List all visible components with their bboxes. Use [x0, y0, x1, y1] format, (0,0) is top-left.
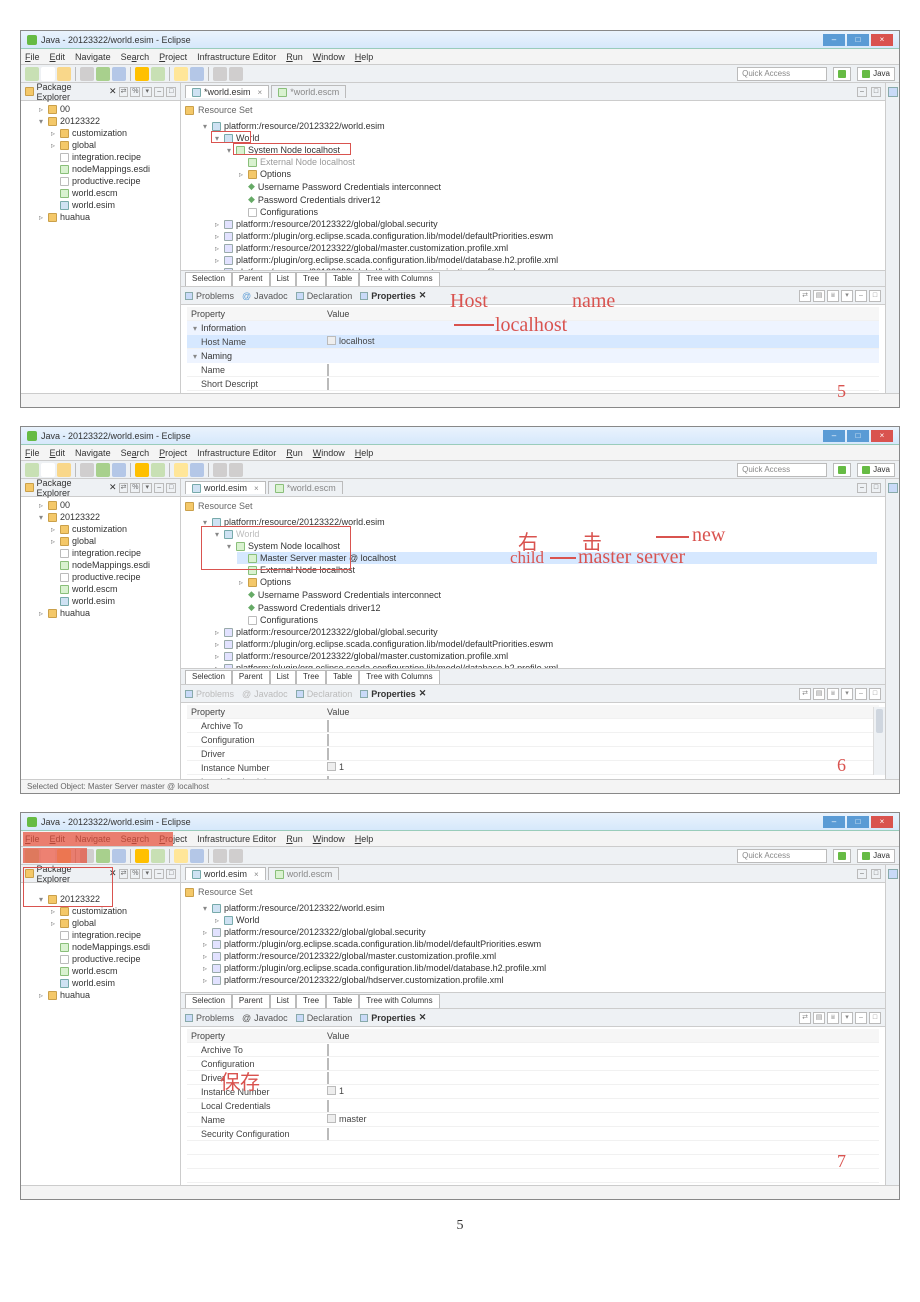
menu-help[interactable]: Help: [355, 52, 374, 62]
ed-max-icon[interactable]: □: [871, 87, 881, 97]
page-number: 5: [20, 1218, 900, 1234]
menu-file[interactable]: File: [25, 52, 40, 62]
maximize-button[interactable]: □: [847, 34, 869, 46]
outline-icon[interactable]: [888, 87, 898, 97]
view-menu-icon[interactable]: ▾: [142, 87, 152, 97]
screenshot-1: Java - 20123322/world.esim - Eclipse – □…: [20, 30, 900, 408]
java-perspective-button[interactable]: Java: [857, 67, 895, 81]
min-icon[interactable]: –: [855, 290, 867, 302]
tool-new[interactable]: [25, 67, 39, 81]
properties-view[interactable]: PropertyValue ▾Information Host Nameloca…: [181, 305, 885, 393]
tool-fwd[interactable]: [229, 67, 243, 81]
tool-newpkg[interactable]: [135, 67, 149, 81]
window-title: Java - 20123322/world.esim - Eclipse: [41, 35, 191, 45]
open-perspective-button[interactable]: [833, 67, 851, 81]
link-icon[interactable]: %: [130, 87, 140, 97]
properties-view[interactable]: PropertyValue Archive To Configuration D…: [181, 1027, 885, 1185]
close-button[interactable]: ×: [871, 430, 893, 442]
menu-window[interactable]: Window: [313, 52, 345, 62]
right-trim: [885, 83, 899, 393]
screenshot-3: Java - 20123322/world.esim - Eclipse –□×…: [20, 812, 900, 1200]
decl-icon: [296, 292, 304, 300]
menu-run[interactable]: Run: [286, 52, 303, 62]
tool-save[interactable]: [41, 67, 55, 81]
package-explorer-tab[interactable]: Package Explorer ✕ ⇄ % ▾ – □: [21, 83, 180, 101]
tab-declaration[interactable]: Declaration: [296, 291, 353, 301]
max-icon[interactable]: □: [166, 87, 176, 97]
outline-icon[interactable]: [888, 869, 898, 879]
mode-parent[interactable]: Parent: [232, 272, 270, 286]
tab-javadoc[interactable]: @Javadoc: [242, 291, 288, 301]
quick-access-input[interactable]: Quick Access: [737, 67, 827, 81]
menu-edit[interactable]: Edit: [50, 52, 66, 62]
close-icon[interactable]: ×: [258, 88, 263, 97]
tool-ann[interactable]: [190, 67, 204, 81]
maximize-button[interactable]: □: [847, 430, 869, 442]
mode-selection[interactable]: Selection: [185, 272, 232, 286]
window-titlebar: Java - 20123322/world.esim - Eclipse – □…: [21, 31, 899, 49]
text-badge-icon: [327, 336, 336, 345]
problems-icon: [185, 292, 193, 300]
escm-icon: [278, 88, 287, 97]
mode-tree[interactable]: Tree: [296, 272, 326, 286]
filter-icon[interactable]: ⩸: [827, 290, 839, 302]
tool-run[interactable]: [96, 67, 110, 81]
ed-min-icon[interactable]: –: [857, 87, 867, 97]
pin-icon[interactable]: ⇄: [799, 290, 811, 302]
editor-mode-tabs: Selection Parent List Tree Table Tree wi…: [181, 270, 885, 286]
menu-icon[interactable]: ▾: [841, 290, 853, 302]
menu-navigate[interactable]: Navigate: [75, 52, 111, 62]
tool-back[interactable]: [213, 67, 227, 81]
minimize-button[interactable]: –: [823, 34, 845, 46]
props-icon: [360, 292, 368, 300]
tool-ext[interactable]: [112, 67, 126, 81]
status-bar: Selected Object: Master Server master @ …: [21, 779, 899, 793]
status-bar: [21, 393, 899, 407]
menu-infra[interactable]: Infrastructure Editor: [197, 52, 276, 62]
menu-project[interactable]: Project: [159, 52, 187, 62]
screenshot-2: Java - 20123322/world.esim - Eclipse –□×…: [20, 426, 900, 794]
quick-access-input[interactable]: Quick Access: [737, 463, 827, 477]
editor-tab[interactable]: *world.escm: [268, 481, 343, 494]
minimize-button[interactable]: –: [823, 430, 845, 442]
tool-newtype[interactable]: [151, 67, 165, 81]
package-explorer-tree[interactable]: ▹00 ▾20123322 ▹customization ▹global int…: [21, 101, 180, 225]
editor-tab[interactable]: *world.escm: [271, 85, 346, 98]
tool-debug[interactable]: [80, 67, 94, 81]
scrollbar[interactable]: [873, 707, 885, 775]
esim-icon: [192, 88, 201, 97]
tool-search[interactable]: [174, 67, 188, 81]
resource-set-label: Resource Set: [198, 105, 253, 115]
editor-tab-active[interactable]: *world.esim×: [185, 85, 269, 98]
editor-body[interactable]: Resource Set ▾platform:/resource/2012332…: [181, 101, 885, 270]
eclipse-icon: [27, 35, 37, 45]
folder-icon: [25, 87, 34, 96]
toolbar: Quick Access Java: [21, 65, 899, 83]
prop-hostname-key: Host Name: [187, 337, 327, 347]
collapse-icon[interactable]: ⇄: [119, 87, 129, 97]
tab-properties[interactable]: Properties ✕: [360, 290, 426, 301]
close-button[interactable]: ×: [871, 34, 893, 46]
menu-bar: File Edit Navigate Search Project Infras…: [21, 49, 899, 65]
java-icon: [862, 70, 870, 78]
mode-twc[interactable]: Tree with Columns: [359, 272, 439, 286]
cat-icon[interactable]: ▤: [813, 290, 825, 302]
mode-table[interactable]: Table: [326, 272, 359, 286]
properties-view[interactable]: PropertyValue Archive To Configuration D…: [181, 703, 885, 779]
tool-saveall[interactable]: [57, 67, 71, 81]
editor-tab-active[interactable]: world.esim×: [185, 481, 266, 494]
tab-problems[interactable]: Problems: [185, 291, 234, 301]
outline-icon[interactable]: [888, 483, 898, 493]
master-server-node[interactable]: Master Server master @ localhost: [260, 553, 396, 563]
min-icon[interactable]: –: [154, 87, 164, 97]
resource-icon: [185, 106, 194, 115]
prop-hostname-val[interactable]: localhost: [327, 336, 879, 348]
mode-list[interactable]: List: [270, 272, 296, 286]
menu-search[interactable]: Search: [121, 52, 150, 62]
max-icon[interactable]: □: [869, 290, 881, 302]
